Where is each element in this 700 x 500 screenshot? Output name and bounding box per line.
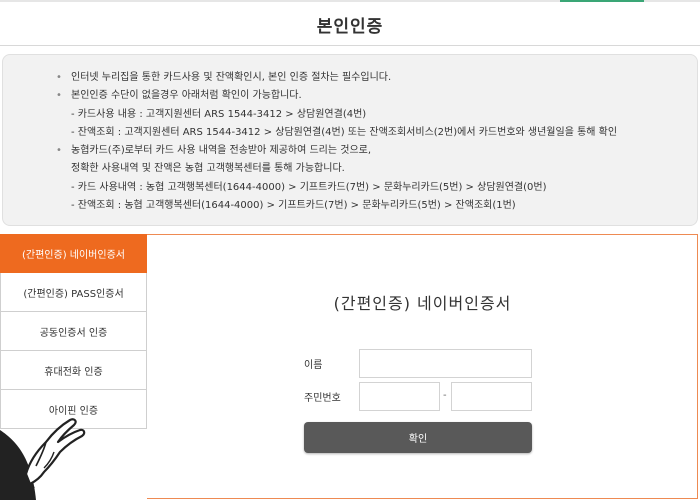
bullet-icon: • — [56, 145, 62, 157]
rrn-front-input[interactable] — [359, 382, 440, 411]
confirm-button[interactable]: 확인 — [304, 422, 532, 453]
tab-joint-cert[interactable]: 공동인증서 인증 — [0, 312, 147, 351]
notice-line: - 카드 사용내역 : 농협 고객행복센터(1644-4000) > 기프트카드… — [71, 181, 547, 193]
notice-line: • 농협카드(주)로부터 카드 사용 내역을 전송받아 제공하여 드리는 것으로, — [53, 142, 697, 160]
auth-panel: (간편인증) 네이버인증서 이름 주민번호 - 확인 — [147, 234, 698, 499]
pointing-hand-icon — [0, 418, 86, 500]
notice-box: • 인터넷 누리집을 통한 카드사용 및 잔액확인시, 본인 인증 절차는 필수입… — [2, 54, 698, 226]
page-header: 본인인증 — [0, 0, 700, 46]
rrn-back-input[interactable] — [451, 382, 532, 411]
notice-line: - 잔액조회 : 농협 고객행복센터(1644-4000) > 기프트카드(7번… — [71, 200, 516, 212]
rrn-separator: - — [443, 390, 447, 401]
panel-title: (간편인증) 네이버인증서 — [333, 294, 512, 313]
notice-line: - 잔액조회 : 고객지원센터 ARS 1544-3412 > 상담원연결(4번… — [71, 126, 618, 138]
bullet-icon: • — [56, 72, 62, 83]
name-input[interactable] — [359, 349, 532, 378]
tab-mobile-phone[interactable]: 휴대전화 인증 — [0, 351, 147, 390]
notice-line: • 본인인증 수단이 없을경우 아래처럼 확인이 가능합니다. — [53, 87, 697, 105]
tab-pass-cert[interactable]: (간편인증) PASS인증서 — [0, 273, 147, 312]
page-title: 본인인증 — [316, 17, 384, 37]
notice-line: 정확한 사용내역 및 잔액은 농협 고객행복센터를 통해 가능합니다. — [71, 163, 345, 175]
notice-line: - 카드사용 내용 : 고객지원센터 ARS 1544-3412 > 상담원연결… — [71, 108, 367, 120]
notice-line: • 인터넷 누리집을 통한 카드사용 및 잔액확인시, 본인 인증 절차는 필수입… — [53, 69, 697, 87]
tab-naver-cert[interactable]: (간편인증) 네이버인증서 — [0, 234, 147, 273]
name-label: 이름 — [304, 360, 323, 371]
rrn-label: 주민번호 — [304, 393, 341, 404]
auth-method-tabs: (간편인증) 네이버인증서 (간편인증) PASS인증서 공동인증서 인증 휴대… — [0, 234, 147, 429]
bullet-icon: • — [56, 90, 62, 102]
